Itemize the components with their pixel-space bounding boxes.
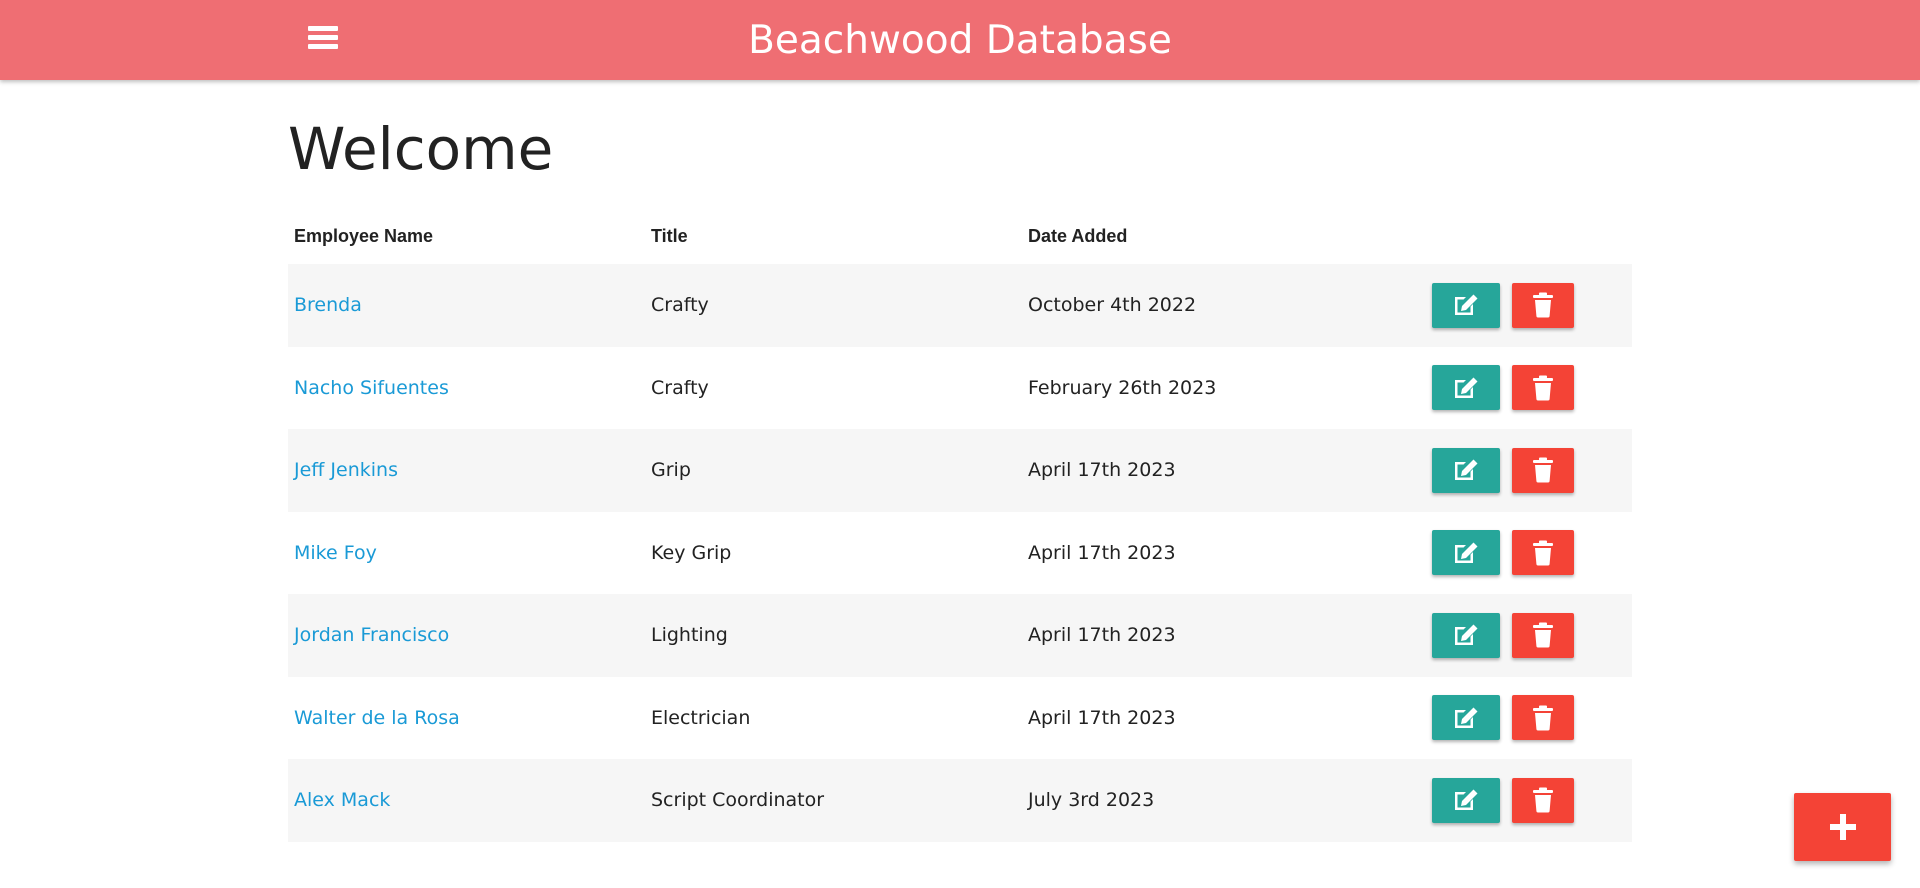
- employee-name-cell: Walter de la Rosa: [288, 707, 645, 729]
- table-row: Alex Mack Script Coordinator July 3rd 2023: [288, 759, 1632, 842]
- trash-icon: [1533, 622, 1553, 648]
- employee-name-link[interactable]: Brenda: [294, 294, 362, 316]
- employee-name-cell: Alex Mack: [288, 789, 645, 811]
- delete-button[interactable]: [1512, 365, 1574, 411]
- employee-title-cell: Crafty: [651, 376, 709, 399]
- employee-title-cell: Key Grip: [651, 541, 732, 564]
- table-header: Employee Name Title Date Added: [288, 208, 1632, 264]
- trash-icon: [1533, 787, 1553, 813]
- date-added-cell: October 4th 2022: [1028, 294, 1197, 317]
- employee-name-cell: Brenda: [288, 294, 645, 316]
- employee-name-link[interactable]: Alex Mack: [294, 789, 390, 811]
- trash-icon: [1533, 540, 1553, 566]
- employee-title-cell: Lighting: [651, 624, 728, 647]
- edit-button[interactable]: [1432, 695, 1500, 741]
- row-actions: [1422, 695, 1632, 741]
- trash-icon: [1533, 457, 1553, 483]
- delete-button[interactable]: [1512, 530, 1574, 576]
- delete-button[interactable]: [1512, 447, 1574, 493]
- table-row: Jordan Francisco Lighting April 17th 2023: [288, 594, 1632, 677]
- delete-button[interactable]: [1512, 777, 1574, 823]
- employee-title-cell: Script Coordinator: [651, 789, 825, 812]
- table-row: Mike Foy Key Grip April 17th 2023: [288, 512, 1632, 595]
- delete-button[interactable]: [1512, 612, 1574, 658]
- delete-button[interactable]: [1512, 282, 1574, 328]
- edit-button[interactable]: [1432, 365, 1500, 411]
- pencil-edit-icon: [1455, 789, 1478, 811]
- delete-button[interactable]: [1512, 695, 1574, 741]
- edit-button[interactable]: [1432, 282, 1500, 328]
- date-added-cell: April 17th 2023: [1028, 541, 1176, 564]
- table-row: Walter de la Rosa Electrician April 17th 2…: [288, 677, 1632, 760]
- row-actions: [1422, 612, 1632, 658]
- edit-button[interactable]: [1432, 777, 1500, 823]
- table-row: Jeff Jenkins Grip April 17th 2023: [288, 429, 1632, 512]
- employee-name-cell: Nacho Sifuentes: [288, 377, 645, 399]
- pencil-edit-icon: [1455, 377, 1478, 398]
- trash-icon: [1533, 705, 1553, 731]
- employee-title-cell: Crafty: [651, 294, 709, 317]
- row-actions: [1422, 365, 1632, 411]
- page-title: Welcome: [288, 115, 554, 183]
- date-added-cell: April 17th 2023: [1028, 706, 1176, 729]
- column-header-title: Title: [651, 225, 688, 246]
- row-actions: [1422, 530, 1632, 576]
- edit-button[interactable]: [1432, 447, 1500, 493]
- pencil-edit-icon: [1455, 542, 1478, 563]
- column-header-employee-name: Employee Name: [294, 225, 434, 246]
- plus-icon: [1829, 814, 1856, 840]
- table-row: Brenda Crafty October 4th 2022: [288, 264, 1632, 347]
- top-app-bar: Beachwood Database: [0, 0, 1920, 80]
- employee-name-link[interactable]: Mike Foy: [294, 542, 377, 564]
- employee-table: Employee Name Title Date Added Brenda Cra…: [288, 208, 1632, 842]
- employee-name-link[interactable]: Jordan Francisco: [294, 624, 449, 646]
- pencil-edit-icon: [1455, 459, 1478, 481]
- pencil-edit-icon: [1455, 624, 1478, 646]
- column-header-date-added: Date Added: [1028, 225, 1128, 246]
- employee-name-link[interactable]: Walter de la Rosa: [294, 707, 460, 729]
- trash-icon: [1533, 375, 1553, 401]
- employee-name-cell: Jeff Jenkins: [288, 459, 645, 481]
- table-row: Nacho Sifuentes Crafty February 26th 2023: [288, 347, 1632, 430]
- edit-button[interactable]: [1432, 612, 1500, 658]
- employee-name-cell: Mike Foy: [288, 542, 645, 564]
- trash-icon: [1533, 292, 1553, 318]
- table-body: Brenda Crafty October 4th 2022 Nacho Sifuen…: [288, 264, 1632, 842]
- row-actions: [1422, 282, 1632, 328]
- add-employee-button[interactable]: [1794, 793, 1891, 861]
- employee-name-link[interactable]: Jeff Jenkins: [294, 459, 398, 481]
- row-actions: [1422, 447, 1632, 493]
- employee-name-cell: Jordan Francisco: [288, 624, 645, 646]
- row-actions: [1422, 777, 1632, 823]
- edit-button[interactable]: [1432, 530, 1500, 576]
- date-added-cell: April 17th 2023: [1028, 459, 1176, 482]
- date-added-cell: July 3rd 2023: [1028, 789, 1155, 812]
- employee-title-cell: Grip: [651, 459, 691, 482]
- pencil-edit-icon: [1455, 294, 1478, 316]
- date-added-cell: April 17th 2023: [1028, 624, 1176, 647]
- employee-title-cell: Electrician: [651, 706, 751, 729]
- app-title: Beachwood Database: [748, 18, 1172, 63]
- pencil-edit-icon: [1455, 707, 1478, 728]
- date-added-cell: February 26th 2023: [1028, 376, 1217, 399]
- employee-name-link[interactable]: Nacho Sifuentes: [294, 377, 449, 399]
